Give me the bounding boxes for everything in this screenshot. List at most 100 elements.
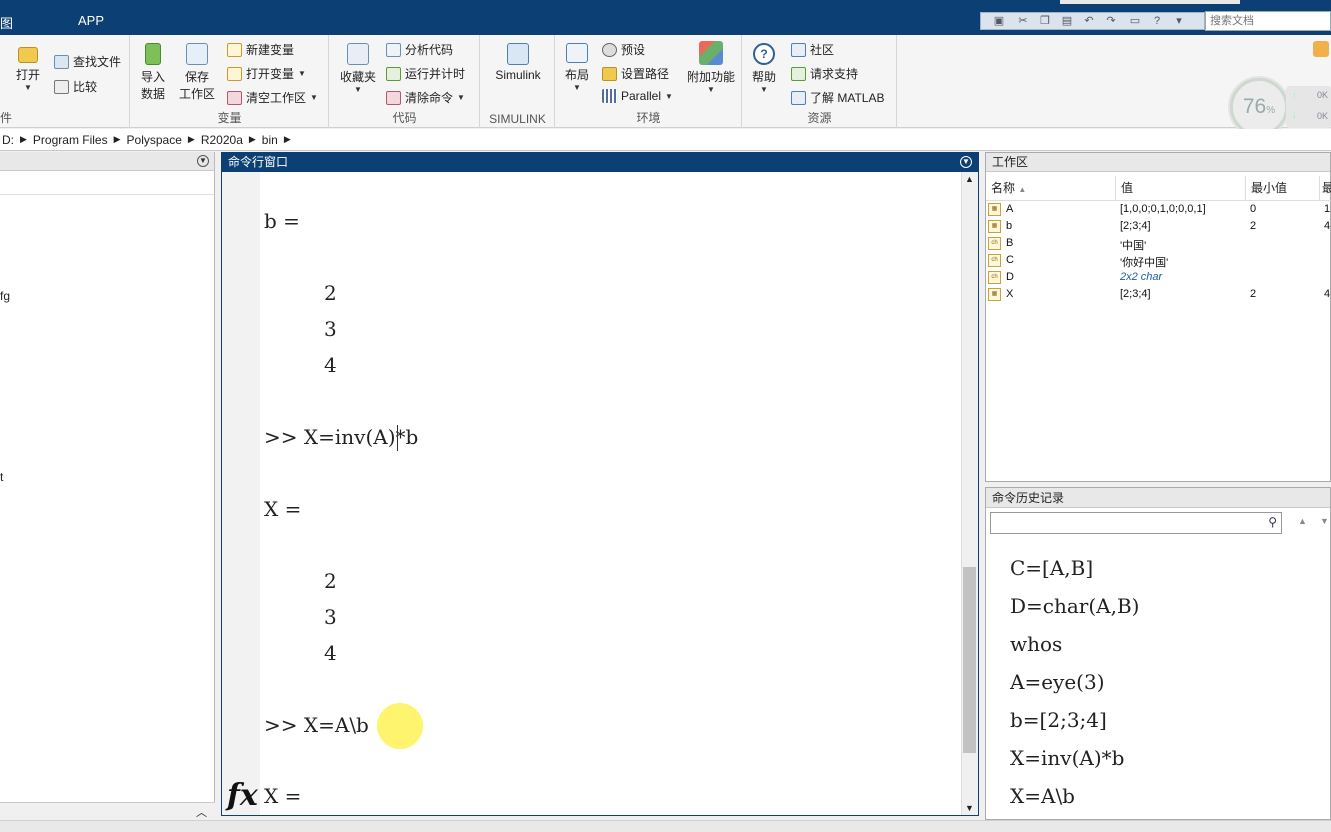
import-data-button[interactable]: 导入 数据 [139,43,167,102]
analyze-code-button[interactable]: 分析代码 [386,41,453,58]
addons-button[interactable]: 附加功能 ▼ [684,41,738,94]
history-item[interactable]: b=[2;3;4] [1010,708,1107,732]
function-browser-icon[interactable]: fx [227,778,258,813]
path-segment[interactable]: bin [262,133,278,147]
var-max: 4 [1324,288,1331,300]
workspace-row[interactable]: ▦ X [2;3;4] 2 4 [986,287,1331,304]
favorites-button[interactable]: 收藏夹 ▼ [338,43,378,94]
matrix-icon: ▦ [988,203,1001,216]
search-docs-input[interactable] [1205,11,1331,31]
open-button[interactable]: 打开 ▼ [12,47,44,92]
environment-group-label: 环境 [636,111,661,125]
history-item[interactable]: whos [1010,632,1062,656]
learn-matlab-button[interactable]: 了解 MATLAB [791,89,884,106]
compare-button[interactable]: 比较 [54,78,97,95]
paste-icon[interactable]: ▤ [1059,14,1075,28]
open-variable-icon [227,66,242,81]
file-group-label: 件 [0,111,13,125]
history-item[interactable]: X=inv(A)*b [1010,746,1124,770]
analyze-icon [386,42,401,57]
clear-workspace-button[interactable]: 清空工作区 ▼ [227,89,318,106]
cut-icon[interactable]: ✂ [1015,14,1031,28]
workspace-row[interactable]: ch B '中国' [986,236,1331,253]
char-icon: ch [988,271,1001,284]
chevron-down-icon: ▼ [760,85,768,94]
chevron-up-icon[interactable]: ▲ [1298,516,1307,526]
community-icon [791,42,806,57]
char-icon: ch [988,254,1001,267]
column-name[interactable]: 名称 ▲ [986,176,1116,200]
import-label-2: 数据 [140,87,165,101]
scroll-down-icon[interactable]: ▼ [965,803,974,813]
path-segment[interactable]: Program Files [33,133,108,147]
find-files-label: 查找文件 [73,55,122,69]
chevron-down-icon[interactable]: ▼ [1320,516,1329,526]
chevron-down-icon[interactable]: ▾ [1171,14,1187,28]
details-bar[interactable]: ︿ [0,802,215,820]
panel-menu-icon[interactable]: ▼ [197,155,209,167]
find-files-icon [54,54,69,69]
column-value-label: 值 [1121,181,1134,195]
redo-icon[interactable]: ↷ [1103,14,1119,28]
simulink-button[interactable]: Simulink [489,43,547,82]
column-min[interactable]: 最小值 [1246,176,1320,200]
file-item[interactable]: fg [0,289,10,303]
help-icon[interactable]: ? [1149,14,1165,28]
simulink-label: Simulink [495,68,541,82]
help-button[interactable]: ? 帮助 ▼ [749,43,779,94]
community-button[interactable]: 社区 [791,41,834,58]
save-icon[interactable]: ▣ [991,14,1007,28]
file-group: 打开 ▼ 查找文件 比较 件 [0,35,130,128]
file-item[interactable]: t [0,470,3,484]
layout-button[interactable]: 布局 ▼ [560,43,594,92]
clear-commands-button[interactable]: 清除命令 ▼ [386,89,465,106]
var-value: '中国' [1120,240,1147,252]
workspace-row[interactable]: ch C '你好中国' [986,253,1331,270]
save-workspace-button[interactable]: 保存 工作区 [177,43,217,102]
command-line: >> X=inv(A)*b [264,425,419,449]
ribbon: 打开 ▼ 查找文件 比较 件 导入 数据 保存 工作区 新建变量 打开变量 ▼ 清… [0,35,1331,128]
notification-icon[interactable] [1313,41,1329,57]
preferences-button[interactable]: 预设 [602,41,645,58]
open-variable-button[interactable]: 打开变量 ▼ [227,65,306,82]
path-segment[interactable]: D: [2,133,14,147]
request-support-button[interactable]: 请求支持 [791,65,858,82]
history-item[interactable]: A=eye(3) [1010,670,1105,694]
scrollbar-thumb[interactable] [963,567,976,753]
panel-menu-icon[interactable]: ▼ [960,156,972,168]
new-variable-button[interactable]: 新建变量 [227,41,294,58]
header-divider [986,200,1331,201]
scroll-up-icon[interactable]: ▲ [965,174,974,184]
history-title: 命令历史记录 [986,488,1330,508]
chevron-up-icon[interactable]: ︿ [196,804,207,820]
current-folder-path[interactable]: D: ▶ Program Files ▶ Polyspace ▶ R2020a ▶ bi… [0,129,1331,151]
path-segment[interactable]: Polyspace [127,133,182,147]
workspace-row[interactable]: ▦ b [2;3;4] 2 4 [986,219,1331,236]
switch-windows-icon[interactable]: ▭ [1127,14,1143,28]
tab-app[interactable]: APP [78,13,104,28]
column-max[interactable]: 最 [1320,176,1331,200]
history-item[interactable]: X=A\b [1010,784,1075,808]
workspace-row[interactable]: ▦ A [1,0,0;0,1,0;0,0,1] 0 1 [986,202,1331,219]
analyze-label: 分析代码 [405,43,454,57]
run-and-time-button[interactable]: 运行并计时 [386,65,465,82]
undo-icon[interactable]: ↶ [1081,14,1097,28]
command-window[interactable]: 命令行窗口 ▼ ▲ ▼ b = 2 3 4 >> X=inv(A)*b X = … [221,152,979,816]
path-segment[interactable]: R2020a [201,133,243,147]
vertical-scrollbar[interactable]: ▲ ▼ [961,172,978,815]
chevron-down-icon: ▼ [665,91,673,101]
history-item[interactable]: D=char(A,B) [1010,594,1139,618]
help-circle-icon: ? [753,43,775,65]
history-item[interactable]: C=[A,B] [1010,556,1093,580]
history-search-input[interactable]: ⚲ [990,512,1282,534]
find-files-button[interactable]: 查找文件 [54,53,121,70]
set-path-button[interactable]: 设置路径 [602,65,669,82]
parallel-button[interactable]: Parallel ▼ [602,89,673,103]
copy-icon[interactable]: ❐ [1037,14,1053,28]
open-label: 打开 [15,68,40,82]
current-folder-panel: ▼ fg t ︿ [0,152,215,820]
column-value[interactable]: 值 [1116,176,1246,200]
tab-plots[interactable]: 图 [0,13,13,32]
support-icon [791,66,806,81]
workspace-row[interactable]: ch D 2x2 char [986,270,1331,287]
